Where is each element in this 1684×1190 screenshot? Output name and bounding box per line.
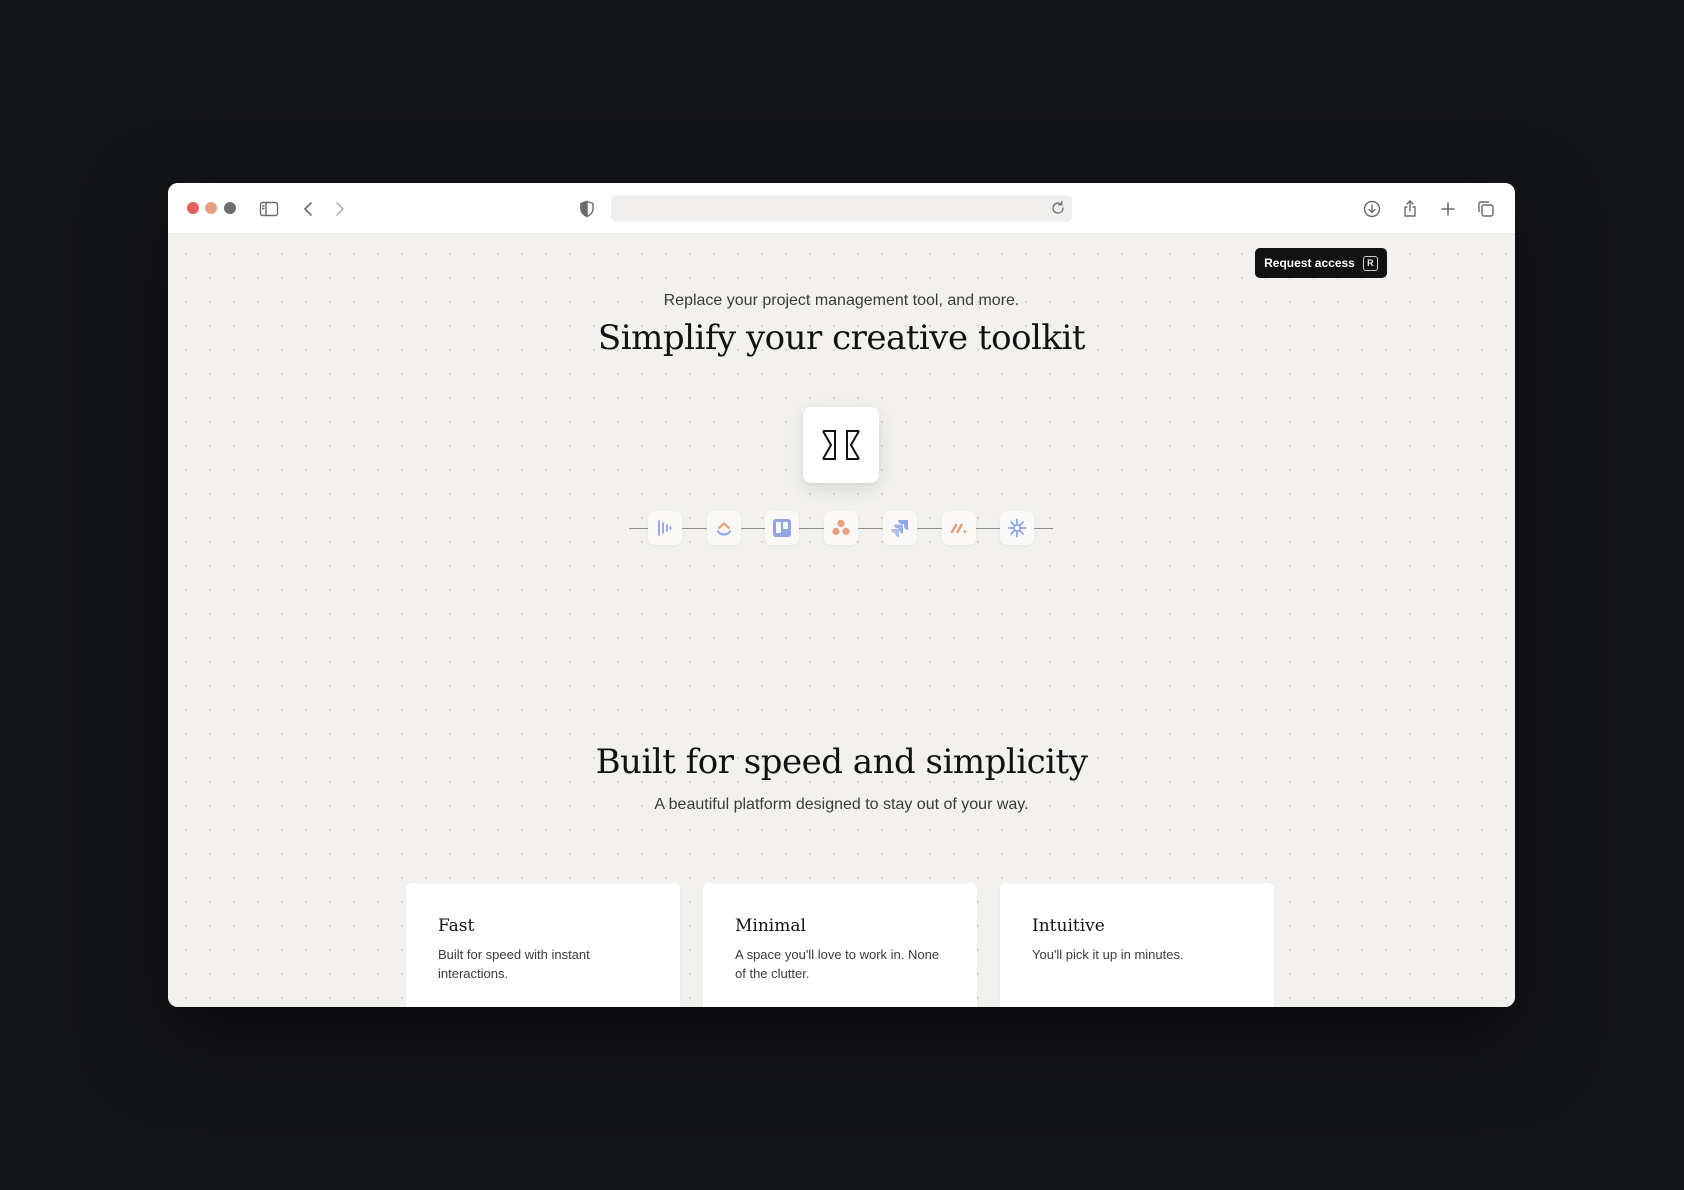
clickup-icon <box>707 511 741 545</box>
feature-card-minimal: Minimal A space you'll love to work in. … <box>703 883 977 1007</box>
sidebar-icon[interactable] <box>258 198 280 220</box>
browser-window: Request access R Replace your project ma… <box>168 183 1515 1007</box>
shield-icon[interactable] <box>576 198 598 220</box>
browser-toolbar <box>168 183 1515 234</box>
spark-icon <box>1000 511 1034 545</box>
feature-card-title: Fast <box>438 916 475 936</box>
page-content: Request access R Replace your project ma… <box>168 234 1515 1007</box>
feature-card-title: Intuitive <box>1032 916 1105 936</box>
feature-card-description: Built for speed with instant interaction… <box>438 947 590 981</box>
new-tab-icon[interactable] <box>1437 198 1459 220</box>
feature-card-fast: Fast Built for speed with instant intera… <box>406 883 680 1007</box>
request-access-button[interactable]: Request access R <box>1255 248 1387 278</box>
features-subtitle: A beautiful platform designed to stay ou… <box>654 796 1029 813</box>
back-icon[interactable] <box>298 198 320 220</box>
reload-icon[interactable] <box>1048 198 1068 218</box>
jira-icon <box>883 511 917 545</box>
asana-icon <box>824 511 858 545</box>
feature-card-title: Minimal <box>735 916 806 936</box>
close-window-button[interactable] <box>187 202 199 214</box>
forward-icon[interactable] <box>328 198 350 220</box>
share-icon[interactable] <box>1399 198 1421 220</box>
trello-icon <box>765 511 799 545</box>
feature-card-intuitive: Intuitive You'll pick it up in minutes. <box>1000 883 1274 1007</box>
maximize-window-button[interactable] <box>224 202 236 214</box>
keyboard-shortcut-badge: R <box>1362 255 1378 271</box>
hero-tagline: Replace your project management tool, an… <box>663 292 1020 309</box>
hero-title: Simplify your creative toolkit <box>597 318 1086 358</box>
monday-icon <box>942 511 976 545</box>
linear-icon <box>648 511 682 545</box>
features-title: Built for speed and simplicity <box>595 742 1088 782</box>
minimize-window-button[interactable] <box>205 202 217 214</box>
request-access-label: Request access <box>1264 256 1355 270</box>
tabs-overview-icon[interactable] <box>1475 198 1497 220</box>
address-bar[interactable] <box>611 195 1072 222</box>
feature-card-description: You'll pick it up in minutes. <box>1032 947 1184 962</box>
feature-card-description: A space you'll love to work in. None of … <box>735 947 940 981</box>
hourglass-logo-icon <box>803 407 879 483</box>
download-icon[interactable] <box>1361 198 1383 220</box>
